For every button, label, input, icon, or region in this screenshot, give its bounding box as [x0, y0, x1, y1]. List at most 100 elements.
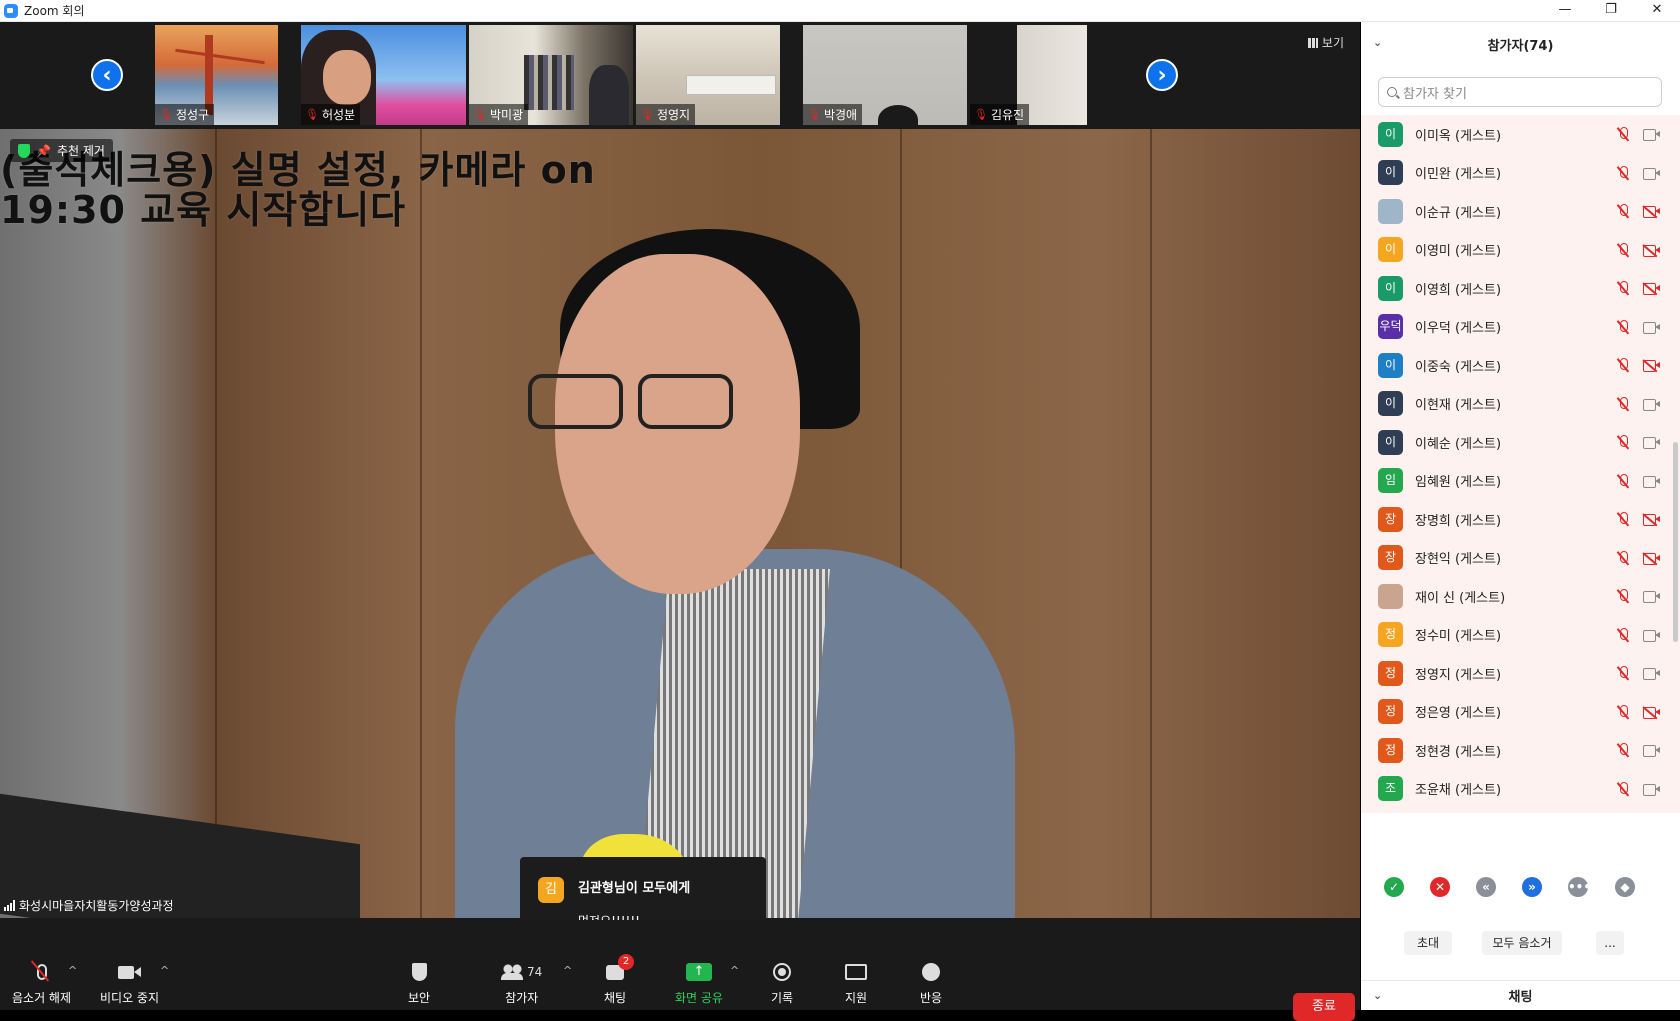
participants-button[interactable]: 74 참가자	[501, 960, 542, 1006]
thumbnail-video[interactable]: 🎙 박경애	[803, 25, 967, 125]
minimize-button[interactable]: —	[1542, 0, 1588, 22]
thumbnail-label: 🎙 허성분	[301, 104, 361, 125]
go-faster-icon[interactable]: »	[1522, 877, 1542, 897]
participant-avatar: 조	[1378, 776, 1403, 802]
video-camera-icon	[118, 960, 141, 984]
chat-panel-header[interactable]: ⌄ 채팅	[1361, 980, 1680, 1010]
participant-name: 박경애	[823, 108, 858, 122]
participant-name: 정영지	[656, 108, 691, 122]
chat-button[interactable]: 2 채팅	[604, 954, 635, 1006]
thumbnail-video[interactable]: 🎙 허성분	[301, 25, 466, 125]
mute-all-button[interactable]: 모두 음소거	[1482, 931, 1562, 955]
participant-row[interactable]: 임 임혜원 (게스트)	[1361, 462, 1680, 501]
participant-row[interactable]: 우덕 이우덕 (게스트)	[1361, 308, 1680, 347]
participant-row[interactable]: 이순규 (게스트)	[1361, 192, 1680, 231]
participant-name: 정은영 (게스트)	[1415, 706, 1502, 722]
participant-row[interactable]: 이 이미옥 (게스트)	[1361, 115, 1680, 154]
audio-options-caret-icon[interactable]: ^	[68, 964, 77, 977]
participant-name: 김유진	[990, 108, 1025, 122]
reactions-button[interactable]: 반응	[920, 960, 942, 1006]
yes-icon[interactable]: ✓	[1384, 877, 1404, 897]
video-camera-icon	[1643, 629, 1660, 642]
video-camera-icon	[1643, 167, 1660, 180]
participant-row[interactable]: 장 장명희 (게스트)	[1361, 500, 1680, 539]
invite-button[interactable]: 초대	[1404, 931, 1452, 955]
view-button-label: 보기	[1321, 36, 1344, 50]
stop-video-button[interactable]: 비디오 중지	[100, 960, 159, 1006]
participant-row[interactable]: 이 이현재 (게스트)	[1361, 385, 1680, 424]
no-icon[interactable]: ✕	[1430, 877, 1450, 897]
participant-row[interactable]: 이 이민완 (게스트)	[1361, 154, 1680, 193]
video-options-caret-icon[interactable]: ^	[160, 964, 169, 977]
security-button[interactable]: 보안	[408, 960, 430, 1006]
record-label: 기록	[771, 991, 794, 1005]
more-options-button[interactable]: ...	[1596, 931, 1624, 955]
record-button[interactable]: 기록	[771, 960, 793, 1006]
mic-muted-icon	[30, 960, 49, 984]
participant-avatar	[1378, 583, 1403, 609]
collapse-chevron-icon[interactable]: ⌄	[1373, 36, 1382, 49]
active-speaker-video[interactable]: (출석체크용) 실명 설정, 카메라 on 19:30 교육 시작합니다 📌 추…	[0, 129, 1360, 918]
participant-list[interactable]: 이 이미옥 (게스트) 이 이민완 (게스트) 이순규 (게스트) 이 이영미 (게스트) 이…	[1361, 115, 1680, 813]
close-button[interactable]: ✕	[1634, 0, 1680, 22]
speaker-name-label: 화성시마을자치활동가양성과정	[4, 897, 174, 914]
end-meeting-button[interactable]: 종료	[1293, 993, 1355, 1021]
clear-all-icon[interactable]: ◆	[1615, 877, 1635, 897]
participant-row[interactable]: 이 이영미 (게스트)	[1361, 231, 1680, 270]
thumbnail-label: 🎙 박경애	[803, 104, 863, 125]
thumbnail-label: 🎙 김유진	[970, 104, 1030, 125]
thumbnail-label: 🎙 정성구	[155, 104, 215, 125]
chat-sender: 김관형님이 모두에게	[578, 881, 691, 896]
participant-name: 이현재 (게스트)	[1415, 398, 1502, 414]
search-icon	[1387, 87, 1397, 97]
participant-row[interactable]: 정 정수미 (게스트)	[1361, 616, 1680, 655]
mic-muted-icon	[1617, 473, 1629, 489]
view-button[interactable]: 보기	[1307, 34, 1344, 51]
verified-shield-icon	[18, 143, 30, 158]
support-button[interactable]: 지원	[845, 960, 867, 1006]
participant-search-input[interactable]: 참가자 찾기	[1378, 77, 1662, 107]
go-slower-icon[interactable]: «	[1476, 877, 1496, 897]
mic-muted-icon	[1617, 281, 1629, 296]
share-screen-button[interactable]: ↑ 화면 공유	[675, 960, 723, 1006]
participant-row[interactable]: 이 이영희 (게스트)	[1361, 269, 1680, 308]
restore-button[interactable]: ❐	[1588, 0, 1634, 22]
thumbnail-video[interactable]: 🎙 정영지	[636, 25, 780, 125]
participants-options-caret-icon[interactable]: ^	[563, 964, 572, 977]
participants-panel-title: 참가자(74)	[1487, 38, 1554, 54]
thumbnail-video[interactable]: 🎙 박미광	[469, 25, 633, 125]
gallery-prev-button[interactable]: ‹	[91, 59, 123, 91]
participant-row[interactable]: 정 정현경 (게스트)	[1361, 731, 1680, 770]
more-icon[interactable]: •••	[1568, 877, 1591, 897]
participant-row[interactable]: 이 이혜순 (게스트)	[1361, 423, 1680, 462]
spotlight-badge[interactable]: 📌 추천 제거	[10, 139, 113, 162]
share-options-caret-icon[interactable]: ^	[730, 964, 739, 977]
participant-name: 이영미 (게스트)	[1415, 244, 1502, 260]
unmute-button[interactable]: 음소거 해제	[12, 960, 71, 1006]
participant-row[interactable]: 정 정은영 (게스트)	[1361, 693, 1680, 732]
thumbnail-video[interactable]: 🎙 정성구	[155, 25, 278, 125]
participant-name: 이혜순 (게스트)	[1415, 436, 1502, 452]
participant-avatar: 정	[1378, 699, 1403, 725]
mic-muted-icon	[1617, 781, 1629, 797]
collapse-chevron-icon[interactable]: ⌄	[1373, 989, 1382, 1002]
participants-panel: ⌄ 참가자(74) 참가자 찾기 이 이미옥 (게스트) 이 이민완 (게스트) 이순규…	[1361, 22, 1680, 1010]
video-off-icon	[1642, 513, 1660, 527]
participant-row[interactable]: 장 장현익 (게스트)	[1361, 539, 1680, 578]
gallery-next-button[interactable]: ›	[1146, 59, 1178, 91]
participant-row[interactable]: 조 조윤채 (게스트)	[1361, 770, 1680, 809]
share-screen-icon: ↑	[685, 960, 712, 984]
thumbnail-video[interactable]: 🎙 김유진	[970, 25, 1087, 125]
mic-muted-icon	[1617, 627, 1629, 643]
video-camera-icon	[1643, 398, 1660, 411]
mic-muted-icon	[1617, 743, 1629, 758]
participant-row[interactable]: 재이 신 (게스트)	[1361, 577, 1680, 616]
participant-row[interactable]: 이 이중숙 (게스트)	[1361, 346, 1680, 385]
participant-name: 이우덕 (게스트)	[1415, 321, 1502, 337]
mic-muted-icon	[1617, 396, 1629, 412]
participant-row[interactable]: 정 정영지 (게스트)	[1361, 654, 1680, 693]
participant-avatar: 이	[1378, 275, 1403, 301]
participant-avatar: 정	[1378, 660, 1403, 686]
participant-list-scrollbar[interactable]	[1673, 442, 1678, 642]
muted-mic-icon: 🎙	[640, 108, 654, 121]
